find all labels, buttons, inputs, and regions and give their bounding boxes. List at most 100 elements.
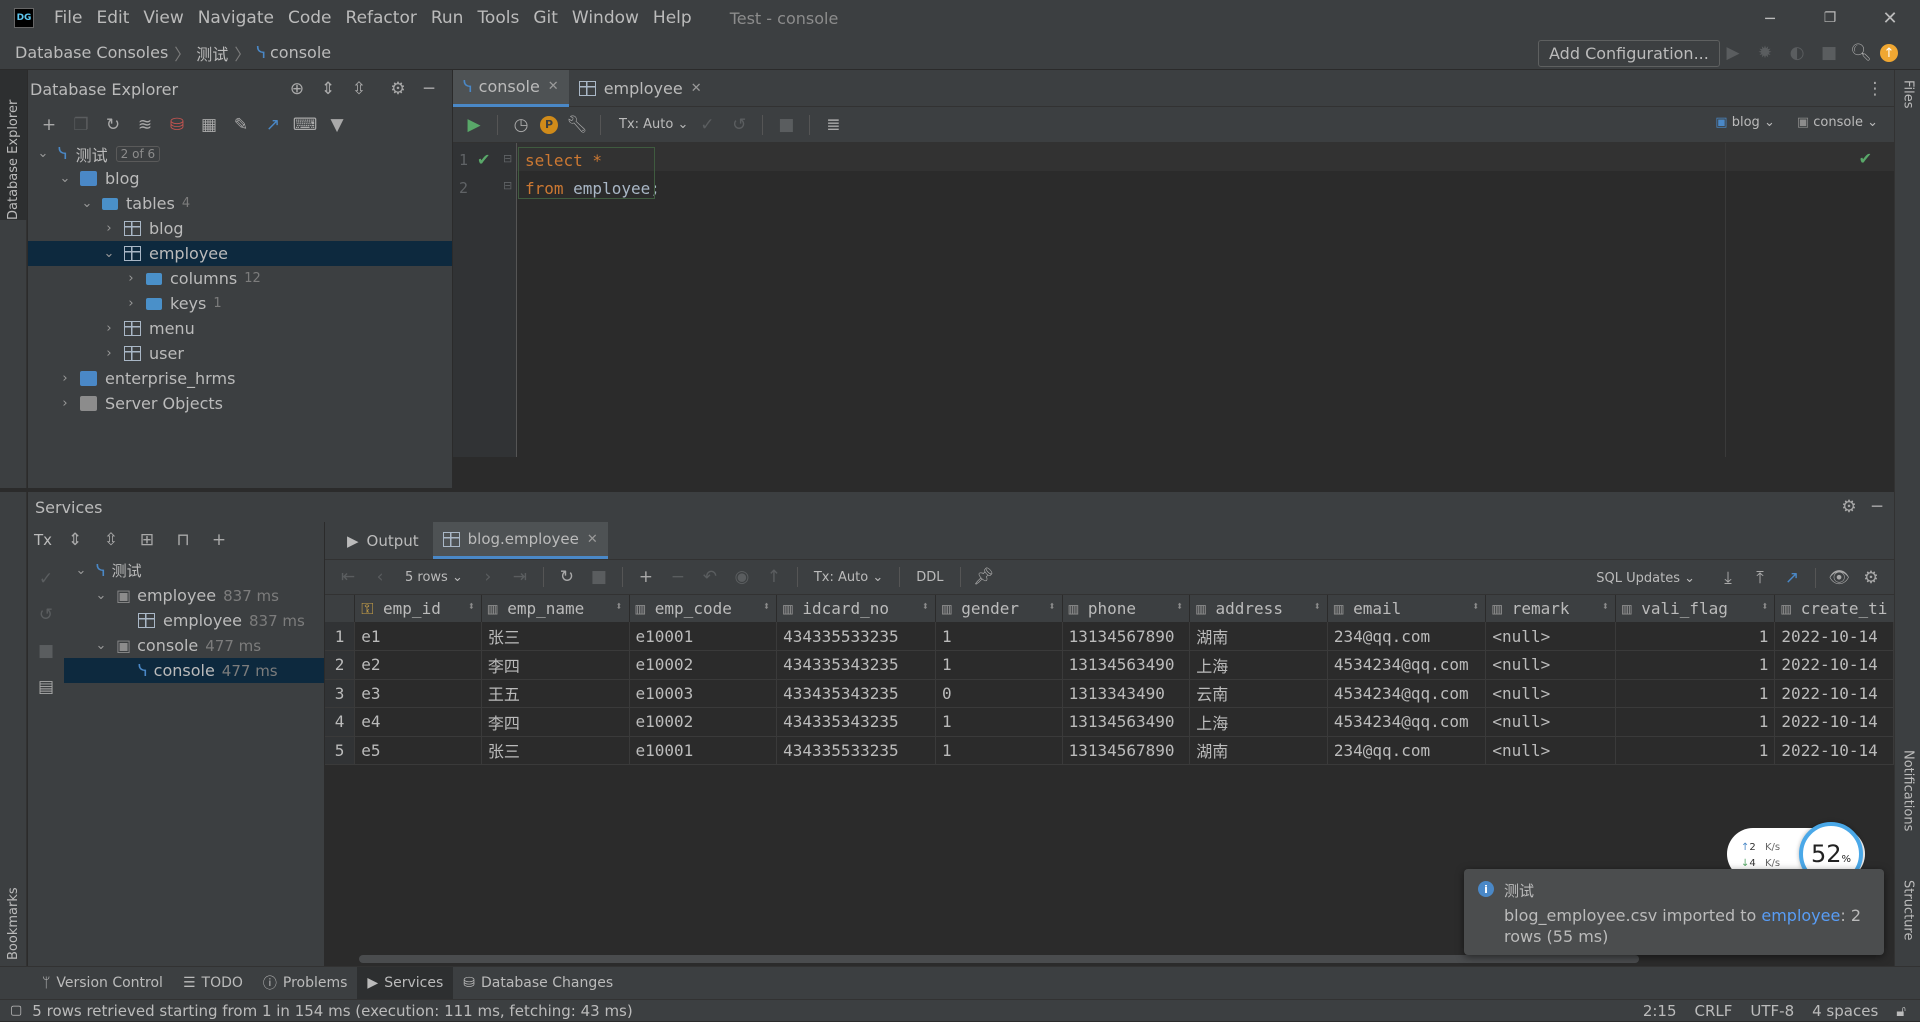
- structure-stripe-button[interactable]: Structure: [1895, 880, 1920, 970]
- table-cell[interactable]: e10001: [629, 736, 778, 765]
- cancel-icon[interactable]: ■: [586, 564, 612, 590]
- table-cell[interactable]: 13134567890: [1062, 622, 1191, 651]
- chevron-down-icon[interactable]: ⌄: [102, 246, 116, 261]
- reload-icon[interactable]: ↻: [554, 564, 580, 590]
- table-cell[interactable]: e4: [354, 707, 482, 737]
- collapse-all-icon[interactable]: ⇳: [346, 76, 372, 102]
- column-header[interactable]: ▥ address ⬍: [1189, 595, 1328, 622]
- breadcrumb-item[interactable]: Database Consoles: [15, 43, 168, 62]
- tree-node-table-blog[interactable]: › blog: [28, 216, 452, 241]
- table-cell[interactable]: 云南: [1189, 679, 1328, 708]
- tree-node-root[interactable]: ⌄ ᓭ 测试 2 of 6: [28, 141, 452, 166]
- chevron-right-icon[interactable]: ›: [124, 271, 138, 286]
- table-cell[interactable]: 4534234@qq.com: [1327, 679, 1487, 708]
- table-cell[interactable]: e2: [354, 650, 482, 680]
- table-cell[interactable]: e10003: [629, 679, 778, 708]
- table-cell[interactable]: 上海: [1189, 707, 1328, 737]
- menu-git[interactable]: Git: [533, 8, 558, 28]
- lock-icon[interactable]: 🔓︎: [1896, 1002, 1906, 1020]
- execute-icon[interactable]: ▶: [461, 112, 487, 138]
- fold-icon[interactable]: ⊟: [503, 179, 512, 192]
- table-cell[interactable]: 张三: [481, 622, 630, 651]
- database-changes-tab[interactable]: ⛁ Database Changes: [453, 967, 623, 1000]
- database-explorer-stripe-button[interactable]: Database Explorer: [0, 70, 27, 220]
- problems-tab[interactable]: ⓘ Problems: [253, 967, 358, 1000]
- table-row[interactable]: 4 e4 李四 e10002 434335343235 1 1313456349…: [325, 707, 1894, 737]
- caret-position[interactable]: 2:15: [1643, 1002, 1677, 1020]
- column-header[interactable]: ▥ phone ⬍: [1062, 595, 1191, 622]
- service-node-root[interactable]: ⌄ ᓭ 测试: [64, 558, 324, 583]
- rows-select[interactable]: 5 rows ⌄: [405, 570, 463, 585]
- table-cell[interactable]: 李四: [481, 650, 630, 680]
- table-cell[interactable]: 1: [1615, 679, 1776, 708]
- table-cell[interactable]: 4534234@qq.com: [1327, 650, 1487, 680]
- table-cell[interactable]: 1: [935, 622, 1063, 651]
- row-number[interactable]: 1: [325, 622, 356, 651]
- tree-node-enterprise-hrms[interactable]: › enterprise_hrms: [28, 366, 452, 391]
- close-tab-icon[interactable]: ✕: [691, 81, 702, 96]
- rollback-icon[interactable]: ↺: [726, 112, 752, 138]
- column-header[interactable]: ▥ remark ⬍: [1485, 595, 1616, 622]
- table-cell[interactable]: 1: [935, 707, 1063, 737]
- delete-row-icon[interactable]: −: [665, 564, 691, 590]
- table-cell[interactable]: 433435343235: [776, 679, 936, 708]
- table-cell[interactable]: e10001: [629, 622, 778, 651]
- layout-icon[interactable]: ▤: [33, 674, 59, 700]
- file-encoding[interactable]: UTF-8: [1750, 1002, 1794, 1020]
- restore-icon[interactable]: ❐: [1800, 0, 1860, 36]
- service-node-console[interactable]: ᓭ console 477 ms: [64, 658, 324, 683]
- copy-icon[interactable]: ❐: [68, 112, 94, 138]
- chevron-down-icon[interactable]: ⌄: [94, 588, 108, 603]
- debug-icon[interactable]: ✹: [1752, 40, 1778, 66]
- commit-icon[interactable]: ✓: [694, 112, 720, 138]
- more-options-icon[interactable]: ⋮: [1862, 76, 1888, 102]
- group-icon[interactable]: ⊞: [134, 527, 160, 553]
- table-cell[interactable]: 1: [1615, 736, 1776, 765]
- add-icon[interactable]: +: [36, 112, 62, 138]
- column-header[interactable]: ▥ emp_name ⬍: [481, 595, 630, 622]
- output-layout-icon[interactable]: ≣: [820, 112, 846, 138]
- edit-icon[interactable]: ✎: [228, 112, 254, 138]
- tree-node-server-objects[interactable]: › Server Objects: [28, 391, 452, 416]
- add-configuration-button[interactable]: Add Configuration...: [1538, 40, 1720, 67]
- chevron-right-icon[interactable]: ›: [102, 346, 116, 361]
- tree-node-table-employee[interactable]: ⌄ employee: [28, 241, 452, 266]
- next-page-icon[interactable]: ›: [475, 564, 501, 590]
- menu-run[interactable]: Run: [431, 8, 464, 28]
- chevron-down-icon[interactable]: ⌄: [58, 171, 72, 186]
- todo-tab[interactable]: ☰ TODO: [173, 967, 253, 1000]
- import-notification[interactable]: i 测试 blog_employee.csv imported to emplo…: [1464, 869, 1884, 955]
- table-cell[interactable]: 1: [935, 650, 1063, 680]
- table-cell[interactable]: 0: [935, 679, 1063, 708]
- search-everywhere-icon[interactable]: 🔍︎: [1848, 40, 1874, 66]
- tab-console[interactable]: ᓭ console ✕: [453, 69, 569, 107]
- table-cell[interactable]: 湖南: [1189, 736, 1328, 765]
- column-header[interactable]: ▥ idcard_no ⬍: [776, 595, 936, 622]
- gear-icon[interactable]: ⚙: [1836, 494, 1862, 520]
- table-cell[interactable]: 1: [1615, 707, 1776, 737]
- table-cell[interactable]: 234@qq.com: [1327, 736, 1487, 765]
- gear-icon[interactable]: ⚙: [1858, 565, 1884, 591]
- session-select[interactable]: ▣ console ⌄: [1797, 115, 1878, 130]
- table-icon[interactable]: ▦: [196, 112, 222, 138]
- commit-icon[interactable]: ✓: [33, 566, 59, 592]
- table-cell[interactable]: 2022-10-14: [1774, 736, 1894, 765]
- stop-icon[interactable]: ■: [33, 638, 59, 664]
- table-cell[interactable]: e10002: [629, 707, 778, 737]
- menu-tools[interactable]: Tools: [477, 8, 519, 28]
- table-cell[interactable]: 434335533235: [776, 736, 936, 765]
- tree-node-table-menu[interactable]: › menu: [28, 316, 452, 341]
- table-cell[interactable]: <null>: [1485, 707, 1616, 737]
- profile-icon[interactable]: P: [540, 115, 558, 134]
- close-tab-icon[interactable]: ✕: [587, 532, 598, 547]
- table-row[interactable]: 3 e3 王五 e10003 433435343235 0 1313343490…: [325, 679, 1894, 708]
- collapse-all-icon[interactable]: ⇳: [98, 527, 124, 553]
- tx-icon[interactable]: Tx: [34, 531, 52, 549]
- last-page-icon[interactable]: ⇥: [507, 564, 533, 590]
- schema-select[interactable]: ▣ blog ⌄: [1715, 115, 1775, 130]
- compare-icon[interactable]: ↗: [1779, 565, 1805, 591]
- status-toggle-icon[interactable]: ▢: [10, 1003, 22, 1018]
- row-number[interactable]: 2: [325, 650, 356, 680]
- table-cell[interactable]: <null>: [1485, 679, 1616, 708]
- table-cell[interactable]: 1: [935, 736, 1063, 765]
